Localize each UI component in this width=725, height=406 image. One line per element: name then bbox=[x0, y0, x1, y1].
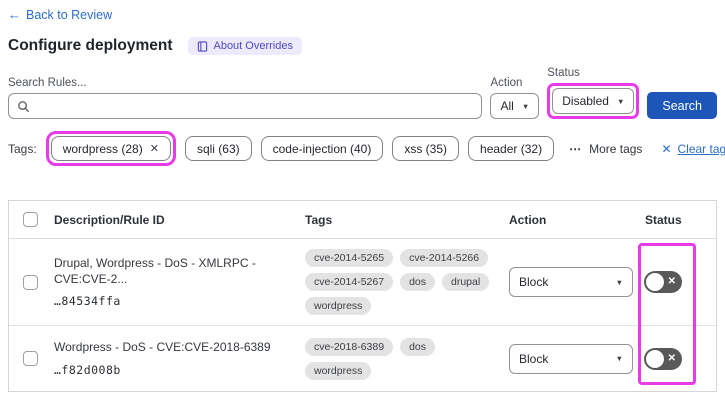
rule-action-cell: Block ▼ bbox=[501, 343, 641, 374]
rule-description: Drupal, Wordpress - DoS - XMLRPC - CVE:C… bbox=[54, 255, 256, 286]
action-filter-label: Action bbox=[490, 77, 523, 89]
rule-status-cell: ✕ bbox=[641, 271, 716, 293]
action-filter-group: Action All ▼ bbox=[490, 77, 540, 119]
tag-chip-label: xss (35) bbox=[404, 141, 448, 156]
back-to-review-link[interactable]: ← Back to Review bbox=[8, 7, 112, 22]
tags-bar: Tags: wordpress (28) ✕ sqli (63) code-in… bbox=[8, 131, 725, 166]
rule-status-cell: ✕ bbox=[641, 347, 716, 370]
tags-bar-label: Tags: bbox=[8, 141, 37, 156]
ellipsis-icon: ⋯ bbox=[569, 141, 583, 156]
page-title: Configure deployment bbox=[8, 37, 173, 54]
action-filter-value: All bbox=[500, 99, 514, 113]
tag-chip-sqli[interactable]: sqli (63) bbox=[184, 136, 252, 161]
search-group: Search Rules... bbox=[8, 77, 483, 119]
rule-id: …f82d008b bbox=[54, 362, 121, 377]
clear-tags-label: Clear tags bbox=[677, 141, 725, 156]
clear-icon: ✕ bbox=[661, 141, 672, 156]
chevron-down-icon: ▼ bbox=[521, 101, 530, 111]
rule-tag-pill: dos bbox=[400, 273, 435, 291]
rule-tag-pill: cve-2018-6389 bbox=[305, 337, 394, 356]
toggle-off-icon: ✕ bbox=[667, 276, 676, 287]
select-all-checkbox[interactable] bbox=[23, 212, 38, 227]
action-value: Block bbox=[519, 351, 549, 366]
action-dropdown[interactable]: Block ▼ bbox=[509, 343, 633, 374]
book-icon bbox=[198, 40, 208, 52]
rules-table: Description/Rule ID Tags Action Status D… bbox=[8, 200, 717, 392]
rule-tag-pill: wordpress bbox=[305, 297, 372, 315]
chevron-down-icon: ▼ bbox=[615, 277, 623, 287]
status-filter-highlight: Disabled ▼ bbox=[547, 83, 640, 119]
rule-description: Wordpress - DoS - CVE:CVE-2018-6389 bbox=[54, 340, 271, 355]
header-checkbox-cell bbox=[9, 212, 43, 227]
heading-row: Configure deployment About Overrides bbox=[8, 37, 717, 55]
search-rules-label: Search Rules... bbox=[8, 77, 87, 89]
rule-tag-pill: wordpress bbox=[305, 361, 372, 380]
search-button[interactable]: Search bbox=[647, 92, 717, 119]
col-header-status: Status bbox=[645, 212, 682, 227]
rule-tag-pill: cve-2014-5267 bbox=[305, 273, 394, 291]
toggle-knob bbox=[646, 349, 664, 368]
search-icon bbox=[18, 100, 30, 112]
tag-chip-header[interactable]: header (32) bbox=[468, 136, 555, 161]
row-checkbox-cell bbox=[9, 274, 43, 290]
about-overrides-badge[interactable]: About Overrides bbox=[188, 37, 302, 55]
status-toggle-off[interactable]: ✕ bbox=[644, 271, 682, 293]
col-header-tags: Tags bbox=[305, 212, 333, 227]
rule-description-cell: Wordpress - DoS - CVE:CVE-2018-6389 …f82… bbox=[43, 340, 301, 377]
filter-row: Search Rules... Action All ▼ Status Disa… bbox=[8, 67, 717, 119]
tag-chip-wordpress[interactable]: wordpress (28) ✕ bbox=[50, 136, 171, 161]
rule-tags-cell: cve-2014-5265 cve-2014-5266 cve-2014-526… bbox=[301, 249, 497, 315]
col-header-action: Action bbox=[509, 212, 547, 227]
tag-chip-label: header (32) bbox=[480, 141, 543, 156]
rule-tag-pill: cve-2014-5266 bbox=[400, 249, 489, 267]
rule-tags-cell: cve-2018-6389 dos wordpress bbox=[301, 337, 497, 380]
col-header-description: Description/Rule ID bbox=[54, 212, 165, 227]
table-header-row: Description/Rule ID Tags Action Status bbox=[9, 201, 716, 239]
status-filter-label: Status bbox=[547, 67, 580, 79]
back-arrow-icon: ← bbox=[8, 7, 21, 22]
status-filter-dropdown[interactable]: Disabled ▼ bbox=[552, 88, 635, 114]
search-box[interactable] bbox=[8, 93, 483, 119]
more-tags-label: More tags bbox=[589, 141, 643, 156]
back-link-label: Back to Review bbox=[26, 7, 113, 22]
clear-tags-link[interactable]: ✕ Clear tags bbox=[661, 142, 725, 156]
tag-chip-label: code-injection (40) bbox=[272, 141, 372, 156]
action-value: Block bbox=[519, 275, 549, 289]
tag-chip-label: wordpress (28) bbox=[62, 141, 143, 156]
toggle-off-icon: ✕ bbox=[667, 352, 676, 364]
table-row: Drupal, Wordpress - DoS - XMLRPC - CVE:C… bbox=[9, 239, 716, 325]
search-input[interactable] bbox=[37, 99, 474, 113]
status-toggle-off[interactable]: ✕ bbox=[644, 347, 682, 370]
rule-tag-pill: drupal bbox=[442, 273, 490, 291]
toggle-knob bbox=[646, 273, 664, 291]
rule-action-cell: Block ▼ bbox=[501, 267, 641, 297]
about-overrides-label: About Overrides bbox=[213, 40, 293, 52]
chevron-down-icon: ▼ bbox=[616, 96, 625, 106]
more-tags-button[interactable]: ⋯ More tags bbox=[569, 142, 642, 156]
rule-description-cell: Drupal, Wordpress - DoS - XMLRPC - CVE:C… bbox=[43, 256, 301, 308]
configure-deployment-page: ← Back to Review Configure deployment Ab… bbox=[0, 0, 725, 406]
tag-chip-code-injection[interactable]: code-injection (40) bbox=[260, 136, 384, 161]
row-checkbox-cell bbox=[9, 351, 43, 366]
row-checkbox[interactable] bbox=[23, 274, 38, 290]
status-filter-value: Disabled bbox=[562, 94, 609, 108]
table-row: Wordpress - DoS - CVE:CVE-2018-6389 …f82… bbox=[9, 325, 716, 391]
tag-chip-label: sqli (63) bbox=[196, 141, 240, 156]
action-filter-dropdown[interactable]: All ▼ bbox=[490, 93, 540, 119]
rule-tag-pill: dos bbox=[400, 337, 435, 356]
remove-tag-icon[interactable]: ✕ bbox=[150, 142, 159, 155]
row-checkbox[interactable] bbox=[23, 351, 38, 366]
status-filter-group: Status Disabled ▼ bbox=[547, 67, 640, 119]
chevron-down-icon: ▼ bbox=[615, 354, 623, 363]
rule-tag-pill: cve-2014-5265 bbox=[305, 249, 394, 267]
action-dropdown[interactable]: Block ▼ bbox=[509, 267, 633, 297]
selected-tag-highlight: wordpress (28) ✕ bbox=[45, 131, 176, 166]
tag-chip-xss[interactable]: xss (35) bbox=[392, 136, 460, 161]
rule-id: …84534ffa bbox=[54, 294, 121, 309]
